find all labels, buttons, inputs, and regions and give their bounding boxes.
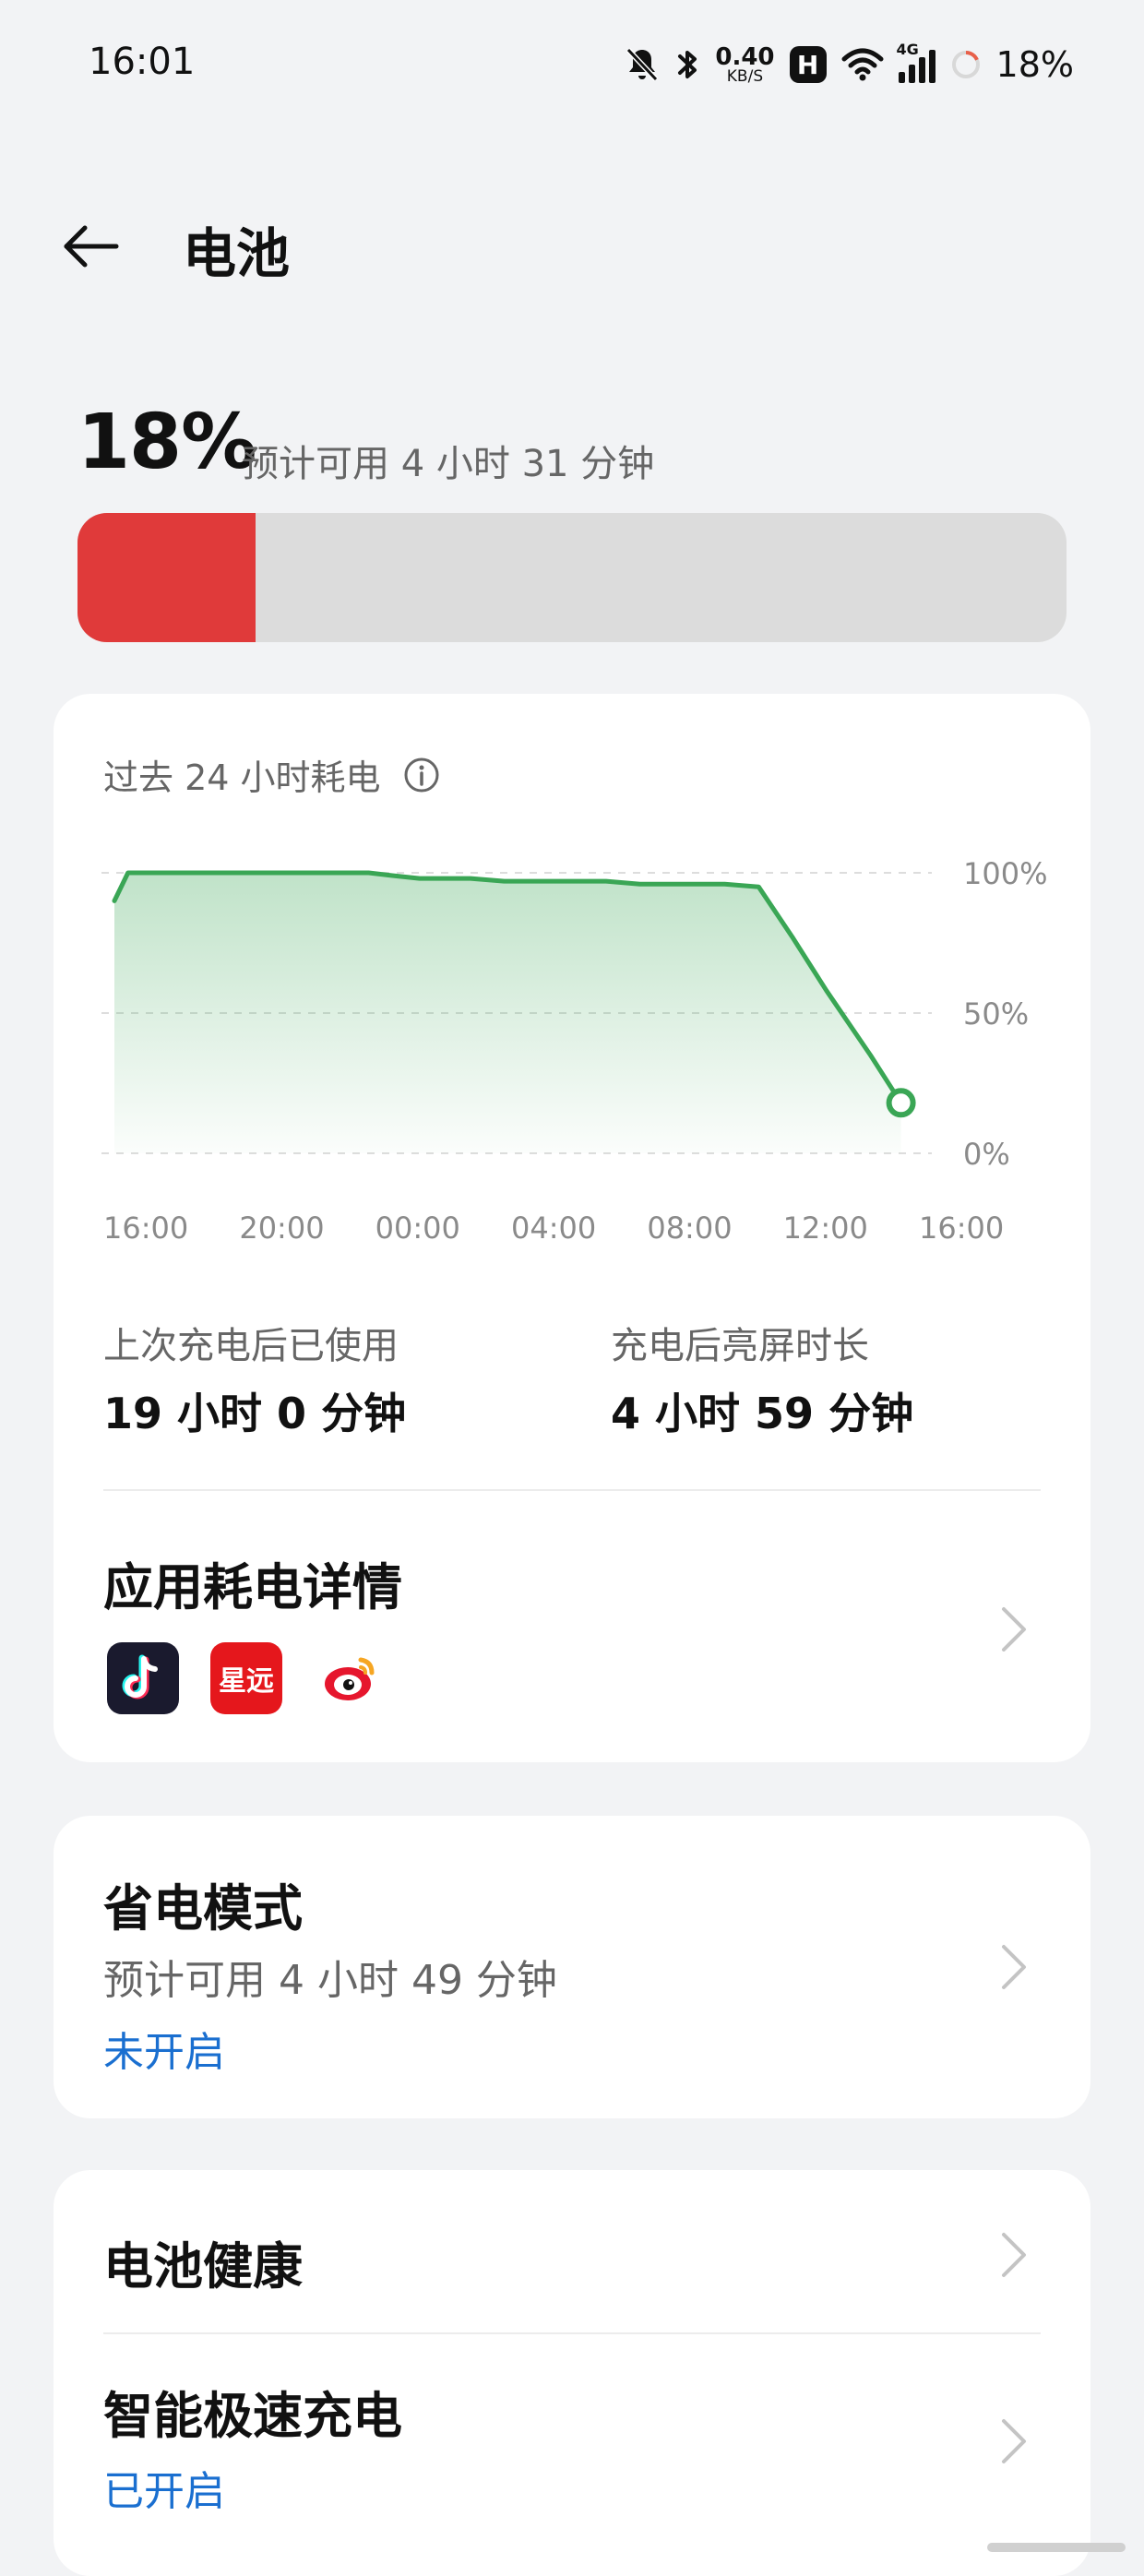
chevron-right-icon [1002,2419,1026,2463]
chevron-right-icon [1002,2233,1026,2277]
navigation-handle[interactable] [987,2543,1126,2554]
status-icons: 0.40 KB/S H 4G 18% [625,37,1074,92]
chevron-right-icon [1002,1945,1026,1989]
app-usage-row[interactable] [54,1491,1090,1762]
app-usage-title: 应用耗电详情 [103,1558,402,1616]
bell-muted-icon [626,47,659,82]
fast-charge-title: 智能极速充电 [103,2387,402,2445]
hd-icon: H [789,46,827,83]
stat-screen-label: 充电后亮屏时长 [611,1325,869,1367]
wifi-icon [841,48,884,81]
battery-level-fill [77,513,256,642]
info-icon[interactable] [403,757,440,793]
network-speed-value: 0.40 [715,42,775,71]
bluetooth-icon [678,51,697,78]
chevron-right-icon [1002,1607,1026,1652]
page-title: 电池 [183,222,291,285]
battery-ring-icon [951,51,980,78]
power-saving-status: 未开启 [103,2029,225,2076]
battery-estimate: 预计可用 4 小时 31 分钟 [242,443,655,485]
power-saving-title: 省电模式 [103,1879,303,1938]
weibo-icon [314,1642,386,1714]
battery-percent: 18% [77,399,256,486]
signal-type-label: 4G [896,41,919,58]
fast-charge-status: 已开启 [103,2468,225,2515]
usage-chart-title: 过去 24 小时耗电 [103,757,381,798]
status-battery-text: 18% [995,44,1074,85]
cellular-signal-icon: 4G [897,41,935,83]
battery-level-bar [77,513,1067,642]
power-saving-estimate: 预计可用 4 小时 49 分钟 [103,1957,557,2004]
douyin-icon [107,1642,179,1714]
network-speed: 0.40 KB/S [715,45,774,85]
arrow-left-icon[interactable] [59,214,124,279]
status-time: 16:01 [89,41,196,83]
battery-health-title: 电池健康 [103,2237,303,2296]
usage-chart-header: 过去 24 小时耗电 [103,749,440,800]
stat-used-label: 上次充电后已使用 [103,1325,399,1367]
network-speed-unit: KB/S [726,66,764,86]
xingtu-icon: 星远 [210,1642,282,1714]
stat-screen-value: 4 小时 59 分钟 [611,1389,914,1438]
stat-used-value: 19 小时 0 分钟 [103,1389,407,1438]
app-icon-list: 星远 [107,1642,386,1714]
